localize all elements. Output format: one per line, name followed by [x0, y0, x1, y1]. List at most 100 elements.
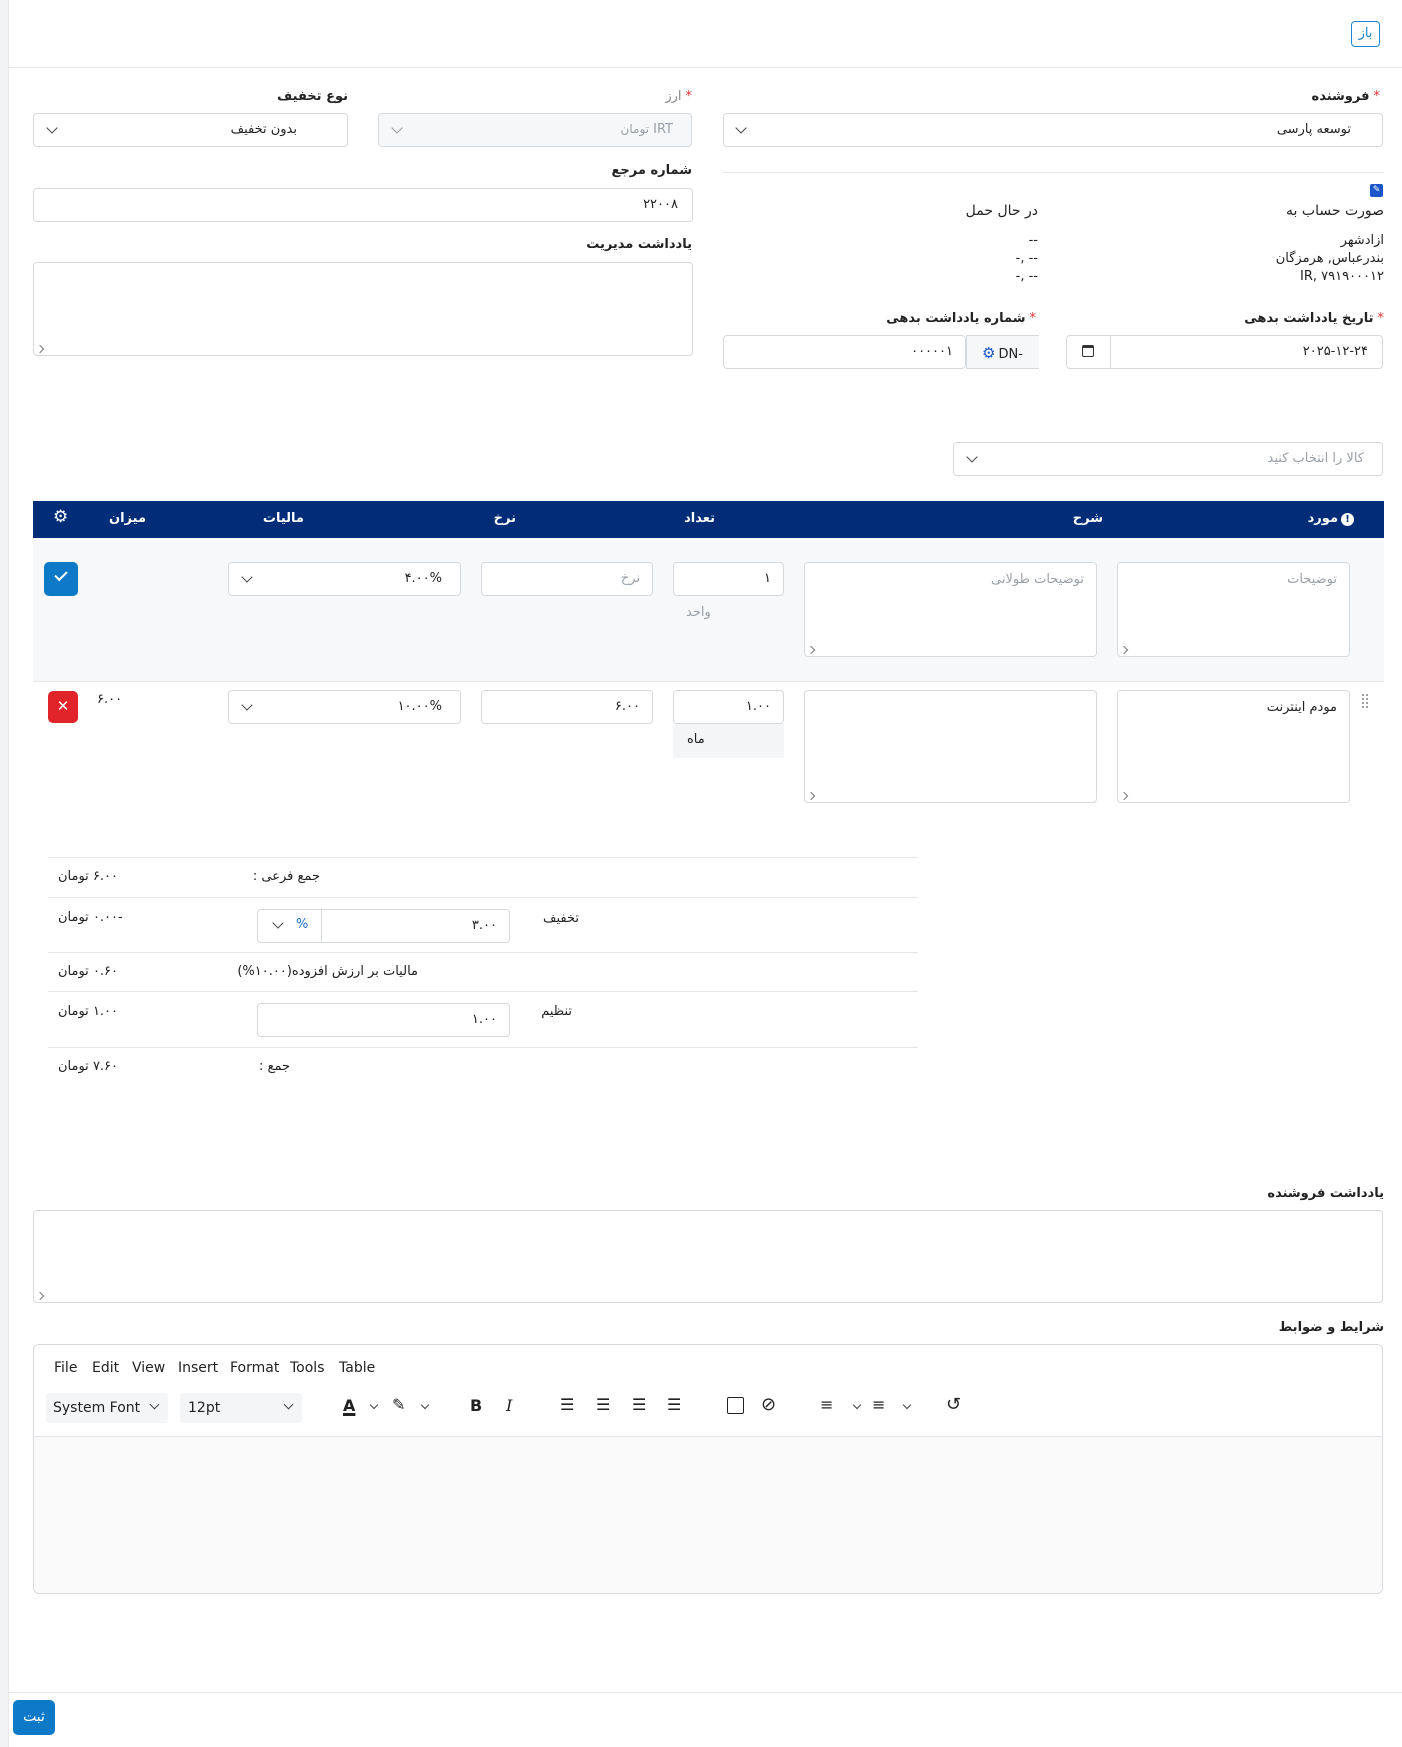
- new-item-long-description[interactable]: توضیحات طولانی: [804, 562, 1097, 657]
- header-qty: تعداد: [684, 511, 715, 526]
- row1-item-description[interactable]: مودم اینترنت: [1117, 690, 1350, 803]
- font-family-value: System Font: [53, 1400, 141, 1416]
- debit-number-input[interactable]: ۰۰۰۰۰۱: [723, 335, 966, 369]
- debit-number-label: *شماره یادداشت بدهی: [886, 311, 1036, 326]
- discount-input[interactable]: ۳.۰۰ %: [257, 909, 510, 943]
- currency-value: IRT تومان: [620, 122, 673, 137]
- debit-date-input[interactable]: ۲۰۲۵-۱۲-۲۴: [1066, 335, 1383, 369]
- new-item-description[interactable]: توضیحات: [1117, 562, 1350, 657]
- items-table-header: !مورد شرح تعداد نرخ مالیات میزان ⚙: [33, 501, 1384, 538]
- new-item-qty[interactable]: ۱: [673, 562, 784, 596]
- menu-edit[interactable]: Edit: [92, 1360, 119, 1376]
- history-icon[interactable]: ↺: [946, 1394, 961, 1415]
- header-item: !مورد: [1308, 511, 1354, 526]
- submit-button[interactable]: ثبت: [13, 1700, 55, 1735]
- font-family-select[interactable]: System Font: [46, 1393, 168, 1423]
- font-size-value: 12pt: [188, 1400, 221, 1416]
- edit-icon[interactable]: ✎: [1370, 184, 1383, 197]
- header-tax: مالیات: [262, 511, 304, 526]
- resize-handle: [806, 791, 816, 801]
- new-item-tax-value: ۴.۰۰%: [404, 571, 442, 586]
- admin-note-textarea[interactable]: [33, 262, 693, 356]
- terms-editor[interactable]: File Edit View Insert Format Tools Table…: [33, 1344, 1383, 1594]
- add-item-button[interactable]: [44, 562, 78, 596]
- menu-table[interactable]: Table: [339, 1360, 375, 1376]
- bill-to-line: IR, ۷۹۱۹۰۰۰۱۲: [1300, 269, 1384, 284]
- new-item-tax-select[interactable]: ۴.۰۰%: [228, 562, 461, 596]
- ship-to-line: -- ,-: [1015, 251, 1038, 266]
- vat-value: ۰.۶۰ تومان: [58, 964, 119, 979]
- menu-insert[interactable]: Insert: [178, 1360, 218, 1376]
- image-icon[interactable]: [727, 1397, 744, 1414]
- gear-icon: ⚙: [982, 344, 996, 362]
- row1-unit[interactable]: ماه: [673, 724, 784, 758]
- vendor-select[interactable]: توسعه پارسی: [723, 113, 1383, 147]
- discount-type-label: نوع تخفیف: [277, 89, 348, 104]
- text-color-icon[interactable]: A: [343, 1396, 355, 1415]
- reference-input[interactable]: ۲۲۰۰۸: [33, 188, 693, 222]
- open-badge[interactable]: باز: [1351, 21, 1380, 47]
- discount-label: تخفیف: [543, 911, 579, 926]
- numbered-list-icon[interactable]: ≡: [872, 1395, 885, 1414]
- gear-icon[interactable]: ⚙: [53, 507, 68, 527]
- bill-to-line: بندرعباس, هرمزگان: [1275, 251, 1384, 266]
- row1-qty[interactable]: ۱.۰۰: [673, 690, 784, 724]
- adjust-input[interactable]: ۱.۰۰: [257, 1003, 510, 1037]
- new-item-long-description-placeholder: توضیحات طولانی: [991, 572, 1084, 587]
- drag-handle-icon[interactable]: [1361, 693, 1369, 709]
- chevron-down-icon[interactable]: [902, 1400, 912, 1410]
- debit-date-value: ۲۰۲۵-۱۲-۲۴: [1302, 344, 1368, 359]
- row1-amount: ۶.۰۰: [97, 692, 123, 707]
- chevron-down-icon[interactable]: [420, 1400, 430, 1410]
- adjust-value: ۱.۰۰ تومان: [58, 1004, 119, 1019]
- row1-tax-select[interactable]: ۱۰.۰۰%: [228, 690, 461, 724]
- menu-format[interactable]: Format: [230, 1360, 279, 1376]
- highlight-icon[interactable]: ✎: [392, 1395, 405, 1414]
- menu-file[interactable]: File: [54, 1360, 77, 1376]
- admin-note-label: یادداشت مدیریت: [586, 237, 692, 252]
- chevron-down-icon[interactable]: [852, 1400, 862, 1410]
- align-center-icon[interactable]: ☰: [596, 1395, 610, 1414]
- currency-select[interactable]: IRT تومان: [378, 113, 692, 147]
- bullet-list-icon[interactable]: ≡: [820, 1395, 833, 1414]
- chevron-down-icon: [149, 1399, 160, 1410]
- discount-unit-select[interactable]: %: [258, 910, 322, 942]
- row1-long-description[interactable]: [804, 690, 1097, 803]
- chevron-down-icon[interactable]: [369, 1400, 379, 1410]
- discount-type-select[interactable]: بدون تخفیف: [33, 113, 348, 147]
- terms-label: شرایط و ضوابط: [1278, 1320, 1384, 1335]
- subtotal-label: جمع فرعی :: [252, 869, 320, 884]
- reference-label: شماره مرجع: [611, 163, 692, 178]
- vendor-note-textarea[interactable]: [33, 1210, 1383, 1303]
- row1-rate[interactable]: ۶.۰۰: [481, 690, 653, 724]
- remove-item-button[interactable]: ✕: [48, 691, 78, 723]
- chevron-down-icon: [735, 122, 747, 134]
- calendar-icon-wrap[interactable]: [1067, 336, 1111, 368]
- vendor-label: *فروشنده: [1311, 89, 1380, 104]
- align-justify-icon[interactable]: ☰: [667, 1395, 681, 1414]
- new-item-unit[interactable]: واحد: [686, 605, 711, 620]
- menu-tools[interactable]: Tools: [290, 1360, 325, 1376]
- resize-handle: [806, 645, 816, 655]
- new-item-rate[interactable]: نرخ: [481, 562, 653, 596]
- editor-content[interactable]: [34, 1436, 1382, 1593]
- align-left-icon[interactable]: ☰: [560, 1395, 574, 1414]
- align-right-icon[interactable]: ☰: [632, 1395, 646, 1414]
- bold-icon[interactable]: B: [470, 1396, 482, 1415]
- font-size-select[interactable]: 12pt: [180, 1393, 302, 1423]
- left-edge: [0, 0, 9, 1747]
- resize-handle: [35, 1291, 45, 1301]
- vat-label: مالیات بر ارزش افزوده(۱۰.۰۰%): [237, 964, 418, 979]
- adjust-label: تنظیم: [541, 1004, 572, 1019]
- item-select[interactable]: کالا را انتخاب کنید: [953, 442, 1383, 476]
- bill-to-line: ازادشهر: [1340, 233, 1384, 248]
- row1-unit-value: ماه: [687, 732, 705, 747]
- resize-handle: [1119, 791, 1129, 801]
- debit-number-prefix[interactable]: ⚙ DN-: [966, 335, 1039, 369]
- header-rate: نرخ: [493, 511, 516, 526]
- menu-view[interactable]: View: [132, 1360, 165, 1376]
- ship-to-line: --: [1028, 233, 1038, 248]
- italic-icon[interactable]: I: [506, 1396, 512, 1415]
- link-icon[interactable]: ⊘: [761, 1394, 776, 1415]
- info-icon: !: [1341, 513, 1354, 526]
